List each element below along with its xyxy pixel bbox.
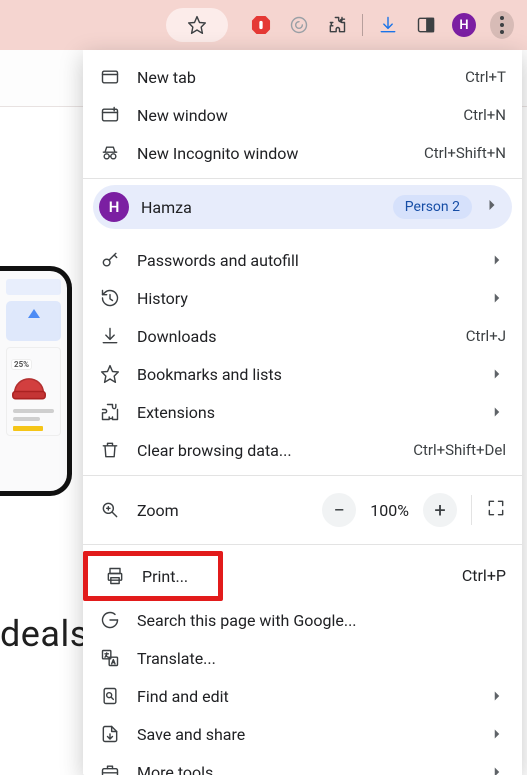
menu-new-tab[interactable]: New tab Ctrl+T	[83, 58, 522, 96]
chevron-right-icon	[488, 724, 506, 744]
toolbar-divider	[362, 14, 363, 36]
menu-passwords[interactable]: Passwords and autofill	[83, 241, 522, 279]
side-panel-icon[interactable]	[414, 13, 438, 37]
sale-percent: 25%	[11, 359, 32, 370]
menu-new-window[interactable]: New window Ctrl+N	[83, 96, 522, 134]
chevron-right-icon	[488, 364, 506, 384]
menu-zoom-row: Zoom − 100% +	[83, 482, 522, 538]
profile-name: Hamza	[141, 198, 192, 217]
star-icon	[97, 364, 123, 384]
new-tab-icon	[97, 67, 123, 87]
adblock-icon[interactable]	[249, 13, 273, 37]
omnibox-end	[166, 8, 228, 42]
incognito-icon	[97, 143, 123, 163]
print-icon	[102, 566, 128, 586]
menu-separator	[83, 544, 522, 545]
menu-extensions[interactable]: Extensions	[83, 393, 522, 431]
new-window-icon	[97, 105, 123, 125]
menu-profile-row[interactable]: H Hamza Person 2	[93, 185, 512, 229]
extensions-puzzle-icon[interactable]	[325, 13, 349, 37]
chevron-right-icon	[488, 288, 506, 308]
phone-mockup: 25%	[0, 266, 72, 496]
chevron-right-icon	[488, 402, 506, 422]
save-page-icon	[97, 724, 123, 744]
grammarly-icon[interactable]	[287, 13, 311, 37]
downloads-toolbar-icon[interactable]	[376, 13, 400, 37]
menu-downloads[interactable]: Downloads Ctrl+J	[83, 317, 522, 355]
fullscreen-button[interactable]	[486, 498, 506, 522]
menu-save-share[interactable]: Save and share	[83, 715, 522, 753]
bookmark-star-icon[interactable]	[185, 13, 209, 37]
print-shortcut: Ctrl+P	[462, 566, 506, 585]
menu-clear-data[interactable]: Clear browsing data... Ctrl+Shift+Del	[83, 431, 522, 469]
key-icon	[97, 250, 123, 270]
menu-separator	[83, 475, 522, 476]
profile-avatar-icon: H	[99, 192, 129, 222]
find-in-page-icon	[97, 686, 123, 706]
menu-translate[interactable]: Translate...	[83, 639, 522, 677]
beanie-icon	[11, 373, 47, 401]
chevron-right-icon	[488, 686, 506, 706]
menu-separator	[83, 178, 522, 179]
zoom-divider	[471, 495, 472, 525]
download-icon	[97, 326, 123, 346]
print-highlight-box: Print...	[83, 551, 223, 601]
menu-history[interactable]: History	[83, 279, 522, 317]
chrome-main-menu: New tab Ctrl+T New window Ctrl+N New Inc…	[83, 50, 522, 775]
zoom-icon	[97, 500, 123, 520]
toolbox-icon	[97, 762, 123, 775]
menu-incognito[interactable]: New Incognito window Ctrl+Shift+N	[83, 134, 522, 172]
menu-bookmarks[interactable]: Bookmarks and lists	[83, 355, 522, 393]
menu-print[interactable]: Print...	[88, 556, 218, 596]
zoom-out-button[interactable]: −	[322, 493, 356, 527]
deals-heading: deals	[0, 613, 89, 655]
trash-icon	[97, 440, 123, 460]
profile-badge: Person 2	[393, 195, 472, 219]
menu-find[interactable]: Find and edit	[83, 677, 522, 715]
chevron-right-icon	[482, 195, 502, 219]
menu-search-page[interactable]: Search this page with Google...	[83, 601, 522, 639]
browser-toolbar: H	[0, 0, 527, 50]
zoom-in-button[interactable]: +	[423, 493, 457, 527]
translate-icon	[97, 648, 123, 668]
profile-avatar-toolbar[interactable]: H	[452, 13, 476, 37]
chevron-right-icon	[488, 250, 506, 270]
google-g-icon	[97, 610, 123, 630]
page-content-behind: 25% deals	[0, 110, 83, 775]
puzzle-icon	[97, 402, 123, 422]
chrome-menu-button[interactable]	[490, 13, 514, 37]
zoom-value: 100%	[370, 501, 409, 520]
chevron-right-icon	[488, 762, 506, 775]
history-icon	[97, 288, 123, 308]
menu-more-tools[interactable]: More tools	[83, 753, 522, 775]
